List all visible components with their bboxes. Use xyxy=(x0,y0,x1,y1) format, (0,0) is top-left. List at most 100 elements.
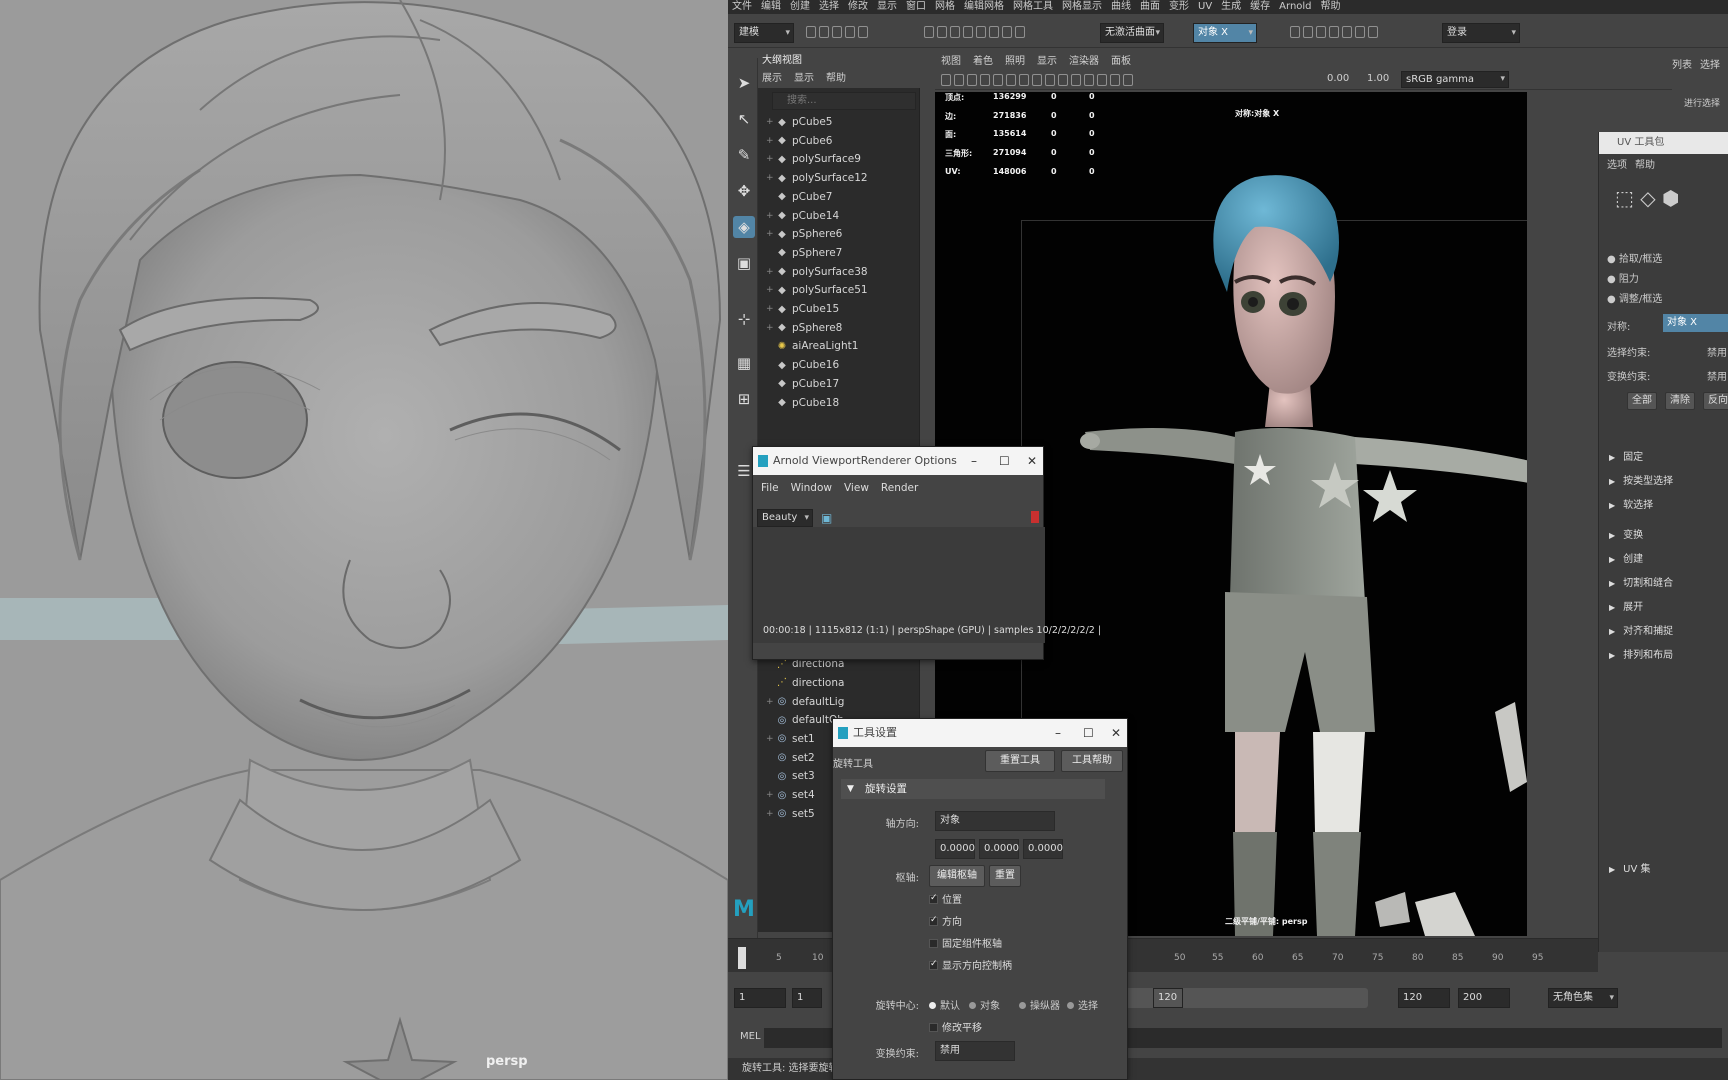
close-icon[interactable]: ✕ xyxy=(1111,719,1121,747)
bookmark-icon[interactable] xyxy=(967,74,977,86)
camera-attr-icon[interactable] xyxy=(954,74,964,86)
outliner-item[interactable]: + ◆ pCube15 xyxy=(766,299,839,319)
scale-tool-icon[interactable]: ▣ xyxy=(733,252,755,274)
close-icon[interactable]: ✕ xyxy=(1027,447,1037,475)
menu-surfaces[interactable]: 曲面 xyxy=(1140,0,1160,14)
expand-icon[interactable]: + xyxy=(766,697,776,707)
vp-menu-renderer[interactable]: 渲染器 xyxy=(1069,54,1099,70)
outliner-menu-show[interactable]: 展示 xyxy=(762,70,782,88)
playback-start-field[interactable]: 1 xyxy=(792,988,822,1008)
uv-section-header[interactable]: 固定 xyxy=(1609,448,1643,463)
uv-mode-pick[interactable]: ● 拾取/框选 xyxy=(1607,250,1662,265)
resolution-gate-icon[interactable] xyxy=(1019,74,1029,86)
expand-icon[interactable]: + xyxy=(766,304,776,314)
arnold-menu-file[interactable]: File xyxy=(761,475,779,501)
snap-plane-icon[interactable] xyxy=(1002,26,1012,38)
outliner-item[interactable]: ◆ pCube18 xyxy=(766,393,839,413)
outliner-item[interactable]: + ◆ pSphere8 xyxy=(766,318,842,338)
playback-end-field[interactable]: 120 xyxy=(1398,988,1450,1008)
expand-icon[interactable]: + xyxy=(766,211,776,221)
pivot-checkbox[interactable]: 显示方向控制柄 xyxy=(929,957,1012,972)
outliner-menu-display[interactable]: 显示 xyxy=(794,70,814,88)
outliner-item[interactable]: + ◆ pCube5 xyxy=(766,112,832,132)
snapshot-icon[interactable]: ▣ xyxy=(821,511,832,525)
reset-pivot-button[interactable]: 重置 xyxy=(989,865,1021,887)
new-scene-icon[interactable] xyxy=(806,26,816,38)
menu-deform[interactable]: 变形 xyxy=(1169,0,1189,14)
outliner-search-input[interactable]: 搜索... xyxy=(772,92,916,110)
undo-icon[interactable] xyxy=(845,26,855,38)
uv-mode-tweak[interactable]: ● 调整/框选 xyxy=(1607,290,1662,305)
range-end-handle[interactable]: 120 xyxy=(1153,988,1183,1008)
rotate-center-radio[interactable]: 选择 xyxy=(1067,997,1098,1012)
outliner-item[interactable]: ◎ set2 xyxy=(766,748,815,768)
film-gate-icon[interactable] xyxy=(1006,74,1016,86)
uv-section-header[interactable]: 按类型选择 xyxy=(1609,472,1673,487)
arnold-menu-view[interactable]: View xyxy=(844,475,869,501)
snap-grid-icon[interactable] xyxy=(963,26,973,38)
minimize-icon[interactable]: – xyxy=(971,447,977,475)
outliner-item[interactable]: ✺ aiAreaLight1 xyxy=(766,336,859,356)
outliner-item[interactable]: ◆ pCube7 xyxy=(766,187,832,207)
select-tool-icon[interactable]: ➤ xyxy=(733,72,755,94)
menu-mesh-display[interactable]: 网格显示 xyxy=(1062,0,1102,14)
rotate-tool-icon[interactable]: ◈ xyxy=(733,216,755,238)
menu-help[interactable]: 帮助 xyxy=(1321,0,1341,14)
uv-sel-constraint-value[interactable]: 禁用 xyxy=(1707,344,1727,359)
expand-icon[interactable]: + xyxy=(766,323,776,333)
uv-clear-button[interactable]: 清除 xyxy=(1665,392,1695,410)
expand-icon[interactable]: + xyxy=(766,154,776,164)
select-object-icon[interactable] xyxy=(937,26,947,38)
end-time-field[interactable]: 200 xyxy=(1458,988,1510,1008)
grid-toggle-icon[interactable] xyxy=(993,74,1003,86)
outliner-item[interactable]: + ◎ set5 xyxy=(766,804,815,824)
axis-z-field[interactable]: 0.0000 xyxy=(1023,839,1063,859)
image-plane-icon[interactable] xyxy=(980,74,990,86)
live-surface-field[interactable]: 无激活曲面 xyxy=(1100,23,1164,43)
camera-select-icon[interactable] xyxy=(941,74,951,86)
expand-icon[interactable]: + xyxy=(766,734,776,744)
uv-sets-section[interactable]: UV 集 xyxy=(1609,860,1650,875)
menu-generate[interactable]: 生成 xyxy=(1221,0,1241,14)
arnold-menu-window[interactable]: Window xyxy=(791,475,832,501)
pivot-checkbox[interactable]: 方向 xyxy=(929,913,962,928)
vp-menu-lighting[interactable]: 照明 xyxy=(1005,54,1025,70)
outliner-item[interactable]: + ◆ pCube14 xyxy=(766,206,839,226)
outliner-item[interactable]: + ◆ polySurface51 xyxy=(766,280,868,300)
menu-mesh[interactable]: 网格 xyxy=(935,0,955,14)
checkbox-icon[interactable] xyxy=(929,893,938,904)
uv-invert-button[interactable]: 反向 xyxy=(1703,392,1728,410)
xform-constraint-dropdown[interactable]: 禁用 xyxy=(935,1041,1015,1061)
menu-display[interactable]: 显示 xyxy=(877,0,897,14)
menu-select[interactable]: 选择 xyxy=(819,0,839,14)
uv-section-header[interactable]: 创建 xyxy=(1609,550,1643,565)
login-dropdown[interactable]: 登录 xyxy=(1442,23,1520,43)
uv-section-header[interactable]: 排列和布局 xyxy=(1609,646,1673,661)
shadows-icon[interactable] xyxy=(1084,74,1094,86)
outliner-item[interactable]: + ◎ set4 xyxy=(766,785,815,805)
menu-mesh-tools[interactable]: 网格工具 xyxy=(1013,0,1053,14)
radio-icon[interactable] xyxy=(1019,1002,1026,1009)
snap-point-icon[interactable] xyxy=(989,26,999,38)
snap-curve-icon[interactable] xyxy=(976,26,986,38)
vp-menu-show[interactable]: 显示 xyxy=(1037,54,1057,70)
uv-section-header[interactable]: 变换 xyxy=(1609,526,1643,541)
uv-section-header[interactable]: 切割和缝合 xyxy=(1609,574,1673,589)
uv-symmetry-field[interactable]: 对象 X xyxy=(1663,314,1728,332)
menu-cache[interactable]: 缓存 xyxy=(1250,0,1270,14)
expand-icon[interactable]: + xyxy=(766,136,776,146)
uv-menu-help[interactable]: 帮助 xyxy=(1635,156,1655,171)
outliner-item[interactable]: + ◎ defaultLig xyxy=(766,692,844,712)
expand-icon[interactable]: + xyxy=(766,809,776,819)
lights-icon[interactable] xyxy=(1071,74,1081,86)
arnold-menu-render[interactable]: Render xyxy=(881,475,918,501)
menu-edit-mesh[interactable]: 编辑网格 xyxy=(964,0,1004,14)
tool-help-button[interactable]: 工具帮助 xyxy=(1061,750,1123,772)
checkbox-icon[interactable] xyxy=(929,959,938,970)
uv-section-header[interactable]: 软选择 xyxy=(1609,496,1653,511)
checkbox-icon[interactable] xyxy=(929,915,938,926)
smooth-shade-icon[interactable] xyxy=(1045,74,1055,86)
stop-render-icon[interactable] xyxy=(1031,511,1039,523)
menu-windows[interactable]: 窗口 xyxy=(906,0,926,14)
menu-create[interactable]: 创建 xyxy=(790,0,810,14)
